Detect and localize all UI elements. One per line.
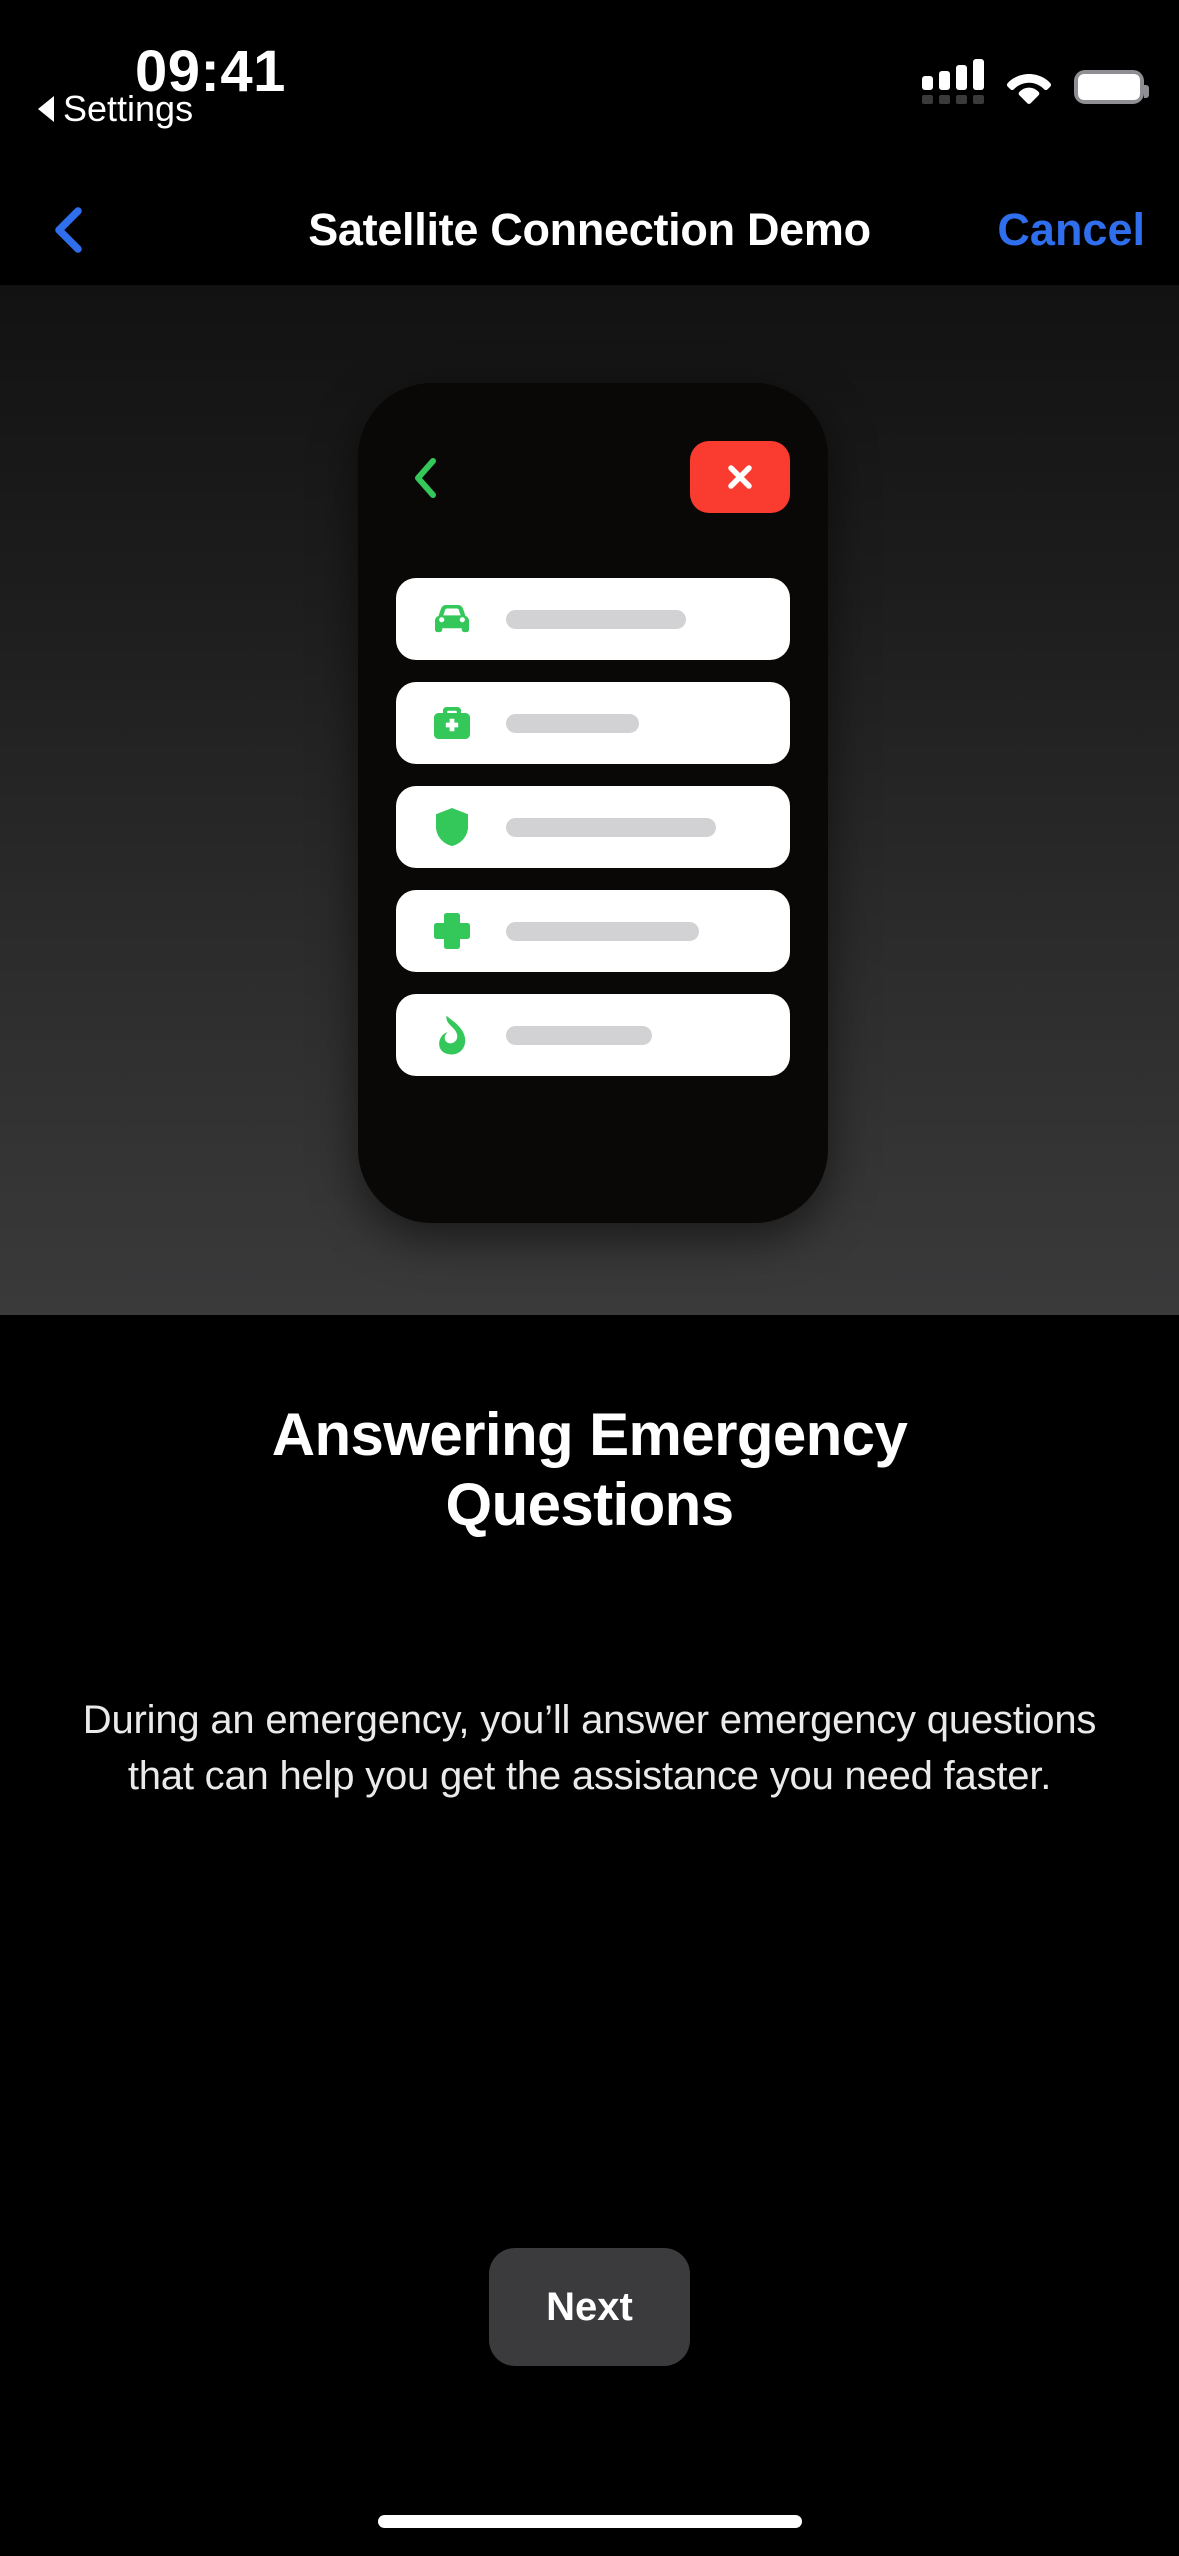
- back-to-settings-indicator[interactable]: Settings: [38, 88, 193, 130]
- phone-mockup-back-button[interactable]: [400, 449, 450, 507]
- list-item-placeholder: [506, 921, 699, 941]
- list-item-placeholder: [506, 713, 639, 733]
- body-text: During an emergency, you’ll answer emerg…: [82, 1698, 1097, 1798]
- illustration-panel: [0, 285, 1179, 1315]
- emergency-question-list: [396, 578, 790, 1076]
- back-to-app-label: Settings: [63, 88, 194, 129]
- phone-mockup-close-button[interactable]: [690, 441, 790, 513]
- fire-flame-icon: [428, 1011, 476, 1059]
- chevron-left-icon: [415, 458, 436, 498]
- cancel-button[interactable]: Cancel: [997, 204, 1145, 256]
- navigation-bar: Satellite Connection Demo Cancel: [0, 175, 1179, 285]
- medical-kit-icon: [428, 699, 476, 747]
- left-triangle-icon: [38, 96, 54, 122]
- cellular-signal-icon: [922, 58, 984, 104]
- list-item-placeholder: [506, 609, 686, 629]
- close-x-icon: [728, 465, 752, 489]
- list-item[interactable]: [396, 994, 790, 1076]
- shield-icon: [428, 803, 476, 851]
- phone-mockup: [358, 383, 828, 1223]
- list-item[interactable]: [396, 890, 790, 972]
- status-bar: 09:41 Settings: [0, 0, 1179, 175]
- next-button[interactable]: Next: [489, 2248, 690, 2366]
- app-screen: 09:41 Settings Satellite Connection Demo…: [0, 0, 1179, 2556]
- list-item[interactable]: [396, 682, 790, 764]
- list-item[interactable]: [396, 578, 790, 660]
- list-item[interactable]: [396, 786, 790, 868]
- home-indicator[interactable]: [377, 2515, 802, 2528]
- list-item-placeholder: [506, 1025, 652, 1045]
- phone-mockup-header: [358, 435, 828, 545]
- battery-full-icon: [1074, 70, 1149, 104]
- wifi-icon: [1006, 70, 1052, 104]
- status-icons: [922, 58, 1149, 104]
- headline: Answering Emergency Questions: [271, 1401, 908, 1539]
- medical-cross-icon: [428, 907, 476, 955]
- car-icon: [428, 595, 476, 643]
- list-item-placeholder: [506, 817, 716, 837]
